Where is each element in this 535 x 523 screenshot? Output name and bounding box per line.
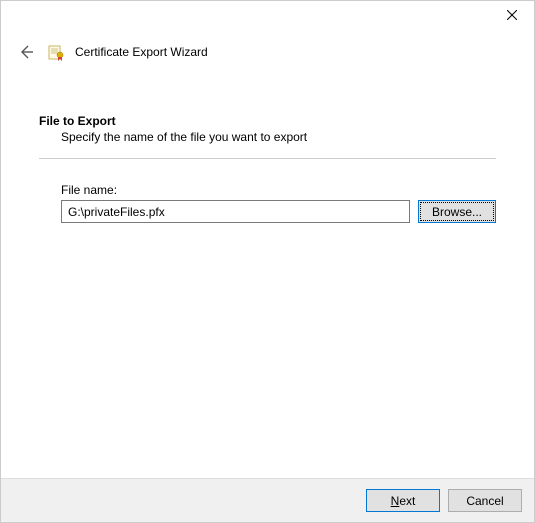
- titlebar: [1, 1, 534, 33]
- filename-input[interactable]: [61, 200, 410, 223]
- wizard-content: File to Export Specify the name of the f…: [1, 79, 534, 223]
- form-area: File name: Browse...: [39, 183, 496, 223]
- filename-row: Browse...: [61, 200, 496, 223]
- back-button[interactable]: [15, 41, 37, 63]
- back-arrow-icon: [18, 44, 34, 60]
- page-heading: File to Export: [39, 114, 496, 128]
- close-button[interactable]: [489, 1, 534, 29]
- divider: [39, 158, 496, 159]
- wizard-header: Certificate Export Wizard: [1, 33, 534, 79]
- wizard-footer: Next Cancel: [1, 478, 534, 522]
- cancel-button[interactable]: Cancel: [448, 489, 522, 512]
- close-icon: [507, 10, 517, 20]
- wizard-title: Certificate Export Wizard: [75, 45, 208, 59]
- next-button[interactable]: Next: [366, 489, 440, 512]
- browse-button[interactable]: Browse...: [418, 200, 496, 223]
- filename-label: File name:: [61, 183, 496, 197]
- certificate-icon: [47, 43, 65, 61]
- page-subheading: Specify the name of the file you want to…: [39, 130, 496, 144]
